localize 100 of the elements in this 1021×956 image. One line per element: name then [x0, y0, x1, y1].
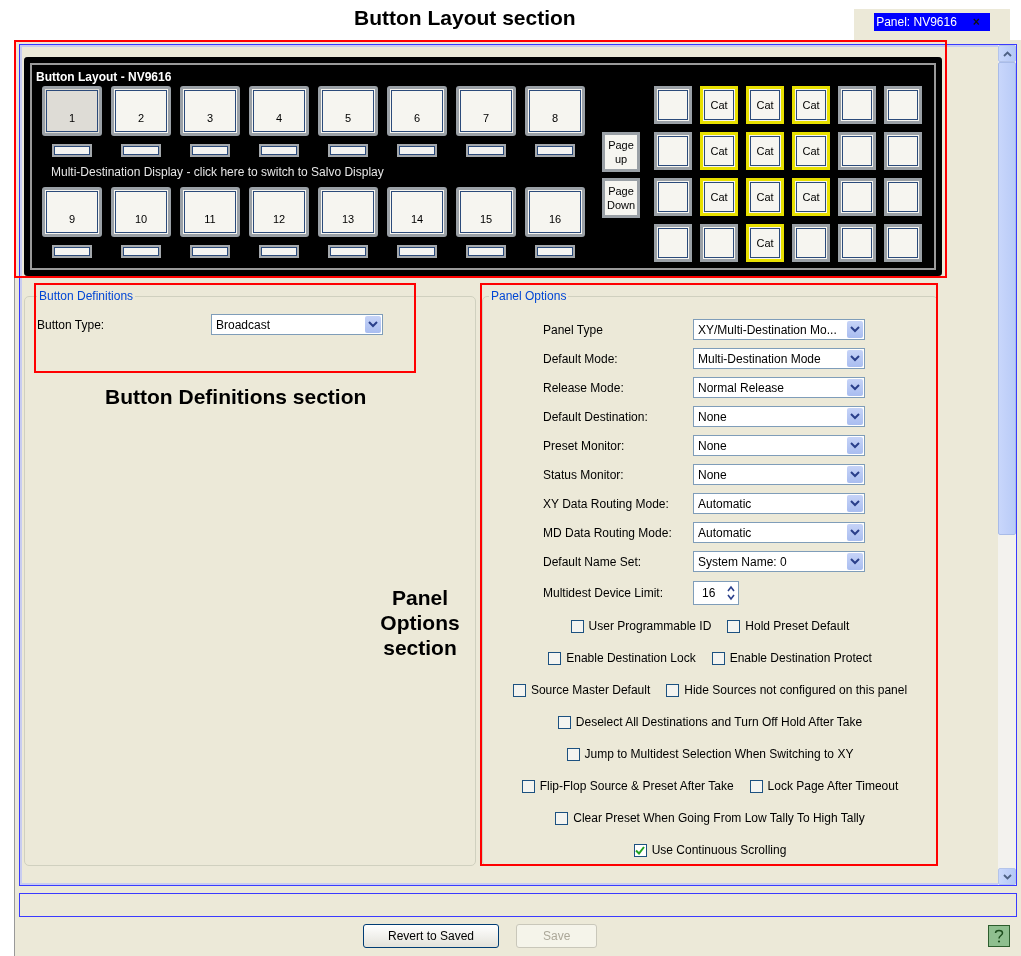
- dropdown[interactable]: Normal Release: [693, 377, 865, 398]
- panel-button[interactable]: 2: [111, 86, 171, 136]
- category-button[interactable]: Cat: [700, 86, 738, 124]
- checkbox-option[interactable]: User Programmable ID: [570, 619, 712, 633]
- checkbox-option[interactable]: Deselect All Destinations and Turn Off Hold After Take: [557, 715, 863, 729]
- panel-button[interactable]: 1: [42, 86, 102, 136]
- dropdown[interactable]: None: [693, 464, 865, 485]
- category-button[interactable]: [654, 132, 692, 170]
- panel-title: Button Layout - NV9616: [34, 70, 174, 84]
- field-label: MD Data Routing Mode:: [543, 525, 673, 540]
- panel-button[interactable]: 5: [318, 86, 378, 136]
- indicator-lamp: [397, 144, 437, 157]
- category-button[interactable]: Cat: [792, 178, 830, 216]
- panel-button[interactable]: 12: [249, 187, 309, 237]
- help-icon[interactable]: [988, 925, 1010, 947]
- panel-button[interactable]: 9: [42, 187, 102, 237]
- field-label: Default Destination:: [543, 409, 649, 424]
- category-button[interactable]: [654, 224, 692, 262]
- checkbox[interactable]: [566, 747, 580, 761]
- checkbox-option[interactable]: Hide Sources not configured on this panel: [666, 683, 908, 697]
- checkbox-option[interactable]: Enable Destination Protect: [711, 651, 872, 665]
- scroll-up-icon[interactable]: [998, 45, 1016, 62]
- category-button[interactable]: [654, 178, 692, 216]
- indicator-lamp: [466, 245, 506, 258]
- indicator-lamp: [121, 144, 161, 157]
- panel-button[interactable]: 8: [525, 86, 585, 136]
- indicator-lamp: [121, 245, 161, 258]
- category-button[interactable]: [884, 178, 922, 216]
- checkbox[interactable]: [727, 619, 741, 633]
- category-button[interactable]: [700, 224, 738, 262]
- category-button[interactable]: Cat: [746, 178, 784, 216]
- checkbox[interactable]: [570, 619, 584, 633]
- dropdown[interactable]: None: [693, 435, 865, 456]
- dropdown[interactable]: System Name: 0: [693, 551, 865, 572]
- dropdown[interactable]: Automatic: [693, 522, 865, 543]
- dropdown[interactable]: XY/Multi-Destination Mo...: [693, 319, 865, 340]
- checkbox-option[interactable]: Clear Preset When Going From Low Tally To High Tally: [555, 811, 865, 825]
- panel-button[interactable]: 15: [456, 187, 516, 237]
- scroll-thumb[interactable]: [998, 62, 1016, 535]
- indicator-lamp: [397, 245, 437, 258]
- checkbox[interactable]: [557, 715, 571, 729]
- checkbox-option[interactable]: Hold Preset Default: [727, 619, 850, 633]
- category-button[interactable]: [654, 86, 692, 124]
- panel-button[interactable]: 11: [180, 187, 240, 237]
- category-button[interactable]: [884, 224, 922, 262]
- panel-button[interactable]: 13: [318, 187, 378, 237]
- category-button[interactable]: Cat: [746, 86, 784, 124]
- vertical-scrollbar[interactable]: [998, 45, 1016, 885]
- dropdown[interactable]: Multi-Destination Mode: [693, 348, 865, 369]
- dropdown[interactable]: Automatic: [693, 493, 865, 514]
- category-button[interactable]: Cat: [746, 224, 784, 262]
- category-button[interactable]: [884, 132, 922, 170]
- field-label: Release Mode:: [543, 380, 625, 395]
- checkbox[interactable]: [512, 683, 526, 697]
- dropdown[interactable]: None: [693, 406, 865, 427]
- panel-button[interactable]: 6: [387, 86, 447, 136]
- checkbox[interactable]: [749, 779, 763, 793]
- panel-button[interactable]: 10: [111, 187, 171, 237]
- category-button[interactable]: [792, 224, 830, 262]
- category-button[interactable]: [838, 86, 876, 124]
- field-label: Default Mode:: [543, 351, 619, 366]
- panel-button[interactable]: 7: [456, 86, 516, 136]
- checkbox[interactable]: [633, 843, 647, 857]
- panel-tab[interactable]: Panel: NV9616 ×: [874, 13, 990, 31]
- field-label: Multidest Device Limit:: [543, 586, 665, 600]
- number-spinner[interactable]: 16: [693, 581, 739, 605]
- checkbox-option[interactable]: Lock Page After Timeout: [749, 779, 899, 793]
- panel-button[interactable]: 4: [249, 86, 309, 136]
- page-down-button[interactable]: Page Down: [602, 178, 640, 218]
- scroll-down-icon[interactable]: [998, 868, 1016, 885]
- checkbox[interactable]: [555, 811, 569, 825]
- category-button[interactable]: Cat: [792, 132, 830, 170]
- spinner-arrows-icon: [726, 584, 736, 602]
- checkbox-option[interactable]: Jump to Multidest Selection When Switching to XY: [566, 747, 854, 761]
- category-button[interactable]: [838, 132, 876, 170]
- checkbox-option[interactable]: Flip-Flop Source & Preset After Take: [521, 779, 734, 793]
- panel-button[interactable]: 16: [525, 187, 585, 237]
- checkbox[interactable]: [548, 651, 562, 665]
- action-button[interactable]: Revert to Saved: [363, 924, 500, 948]
- category-button[interactable]: Cat: [746, 132, 784, 170]
- indicator-lamp: [52, 245, 92, 258]
- category-button[interactable]: [838, 224, 876, 262]
- category-button[interactable]: [884, 86, 922, 124]
- indicator-lamp: [190, 144, 230, 157]
- page-up-button[interactable]: Page up: [602, 132, 640, 172]
- category-button[interactable]: Cat: [792, 86, 830, 124]
- panel-button[interactable]: 3: [180, 86, 240, 136]
- checkbox-option[interactable]: Enable Destination Lock: [548, 651, 696, 665]
- dropdown[interactable]: Broadcast: [211, 314, 383, 335]
- category-button[interactable]: Cat: [700, 178, 738, 216]
- display-mode-link[interactable]: Multi-Destination Display - click here to switch to Salvo Display: [51, 165, 384, 179]
- category-button[interactable]: [838, 178, 876, 216]
- checkbox[interactable]: [711, 651, 725, 665]
- checkbox[interactable]: [521, 779, 535, 793]
- checkbox-option[interactable]: Source Master Default: [512, 683, 651, 697]
- category-button[interactable]: Cat: [700, 132, 738, 170]
- checkbox[interactable]: [666, 683, 680, 697]
- checkbox-option[interactable]: Use Continuous Scrolling: [633, 843, 787, 857]
- panel-button[interactable]: 14: [387, 187, 447, 237]
- field-label: Button Type:: [37, 317, 106, 332]
